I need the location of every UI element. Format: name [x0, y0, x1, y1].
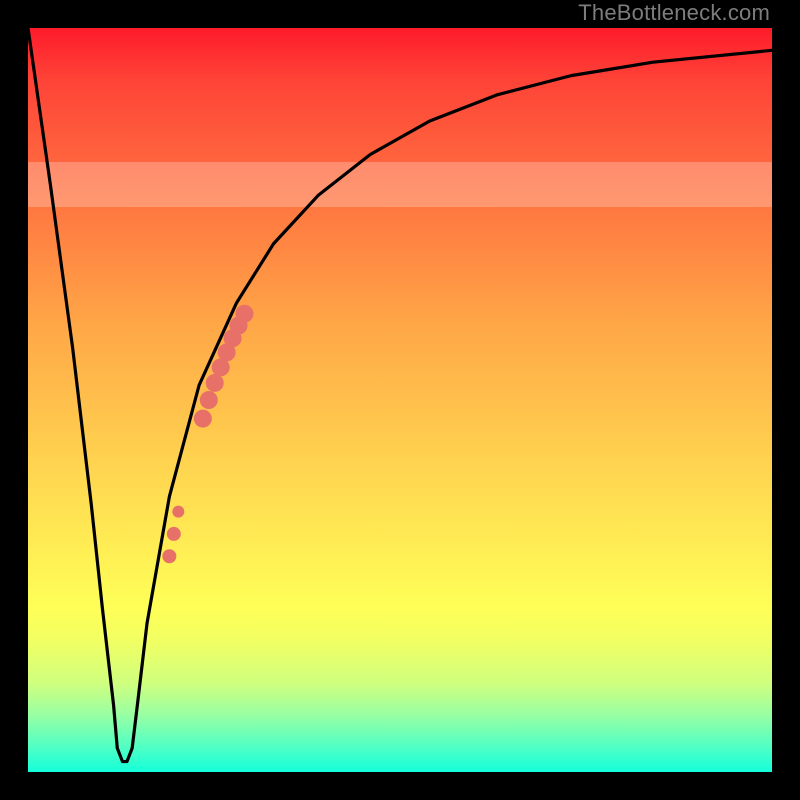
marker-dot — [206, 374, 224, 392]
chart-svg — [28, 28, 772, 772]
watermark-text: TheBottleneck.com — [578, 0, 770, 26]
marker-dot — [236, 305, 254, 323]
marker-dot — [172, 506, 184, 518]
marker-dot — [194, 410, 212, 428]
chart-frame: TheBottleneck.com — [0, 0, 800, 800]
marker-dot — [200, 391, 218, 409]
marker-dot — [162, 549, 176, 563]
marker-dot — [167, 527, 181, 541]
highlighted-markers — [162, 305, 253, 564]
bottleneck-curve — [28, 28, 772, 762]
plot-area — [28, 28, 772, 772]
